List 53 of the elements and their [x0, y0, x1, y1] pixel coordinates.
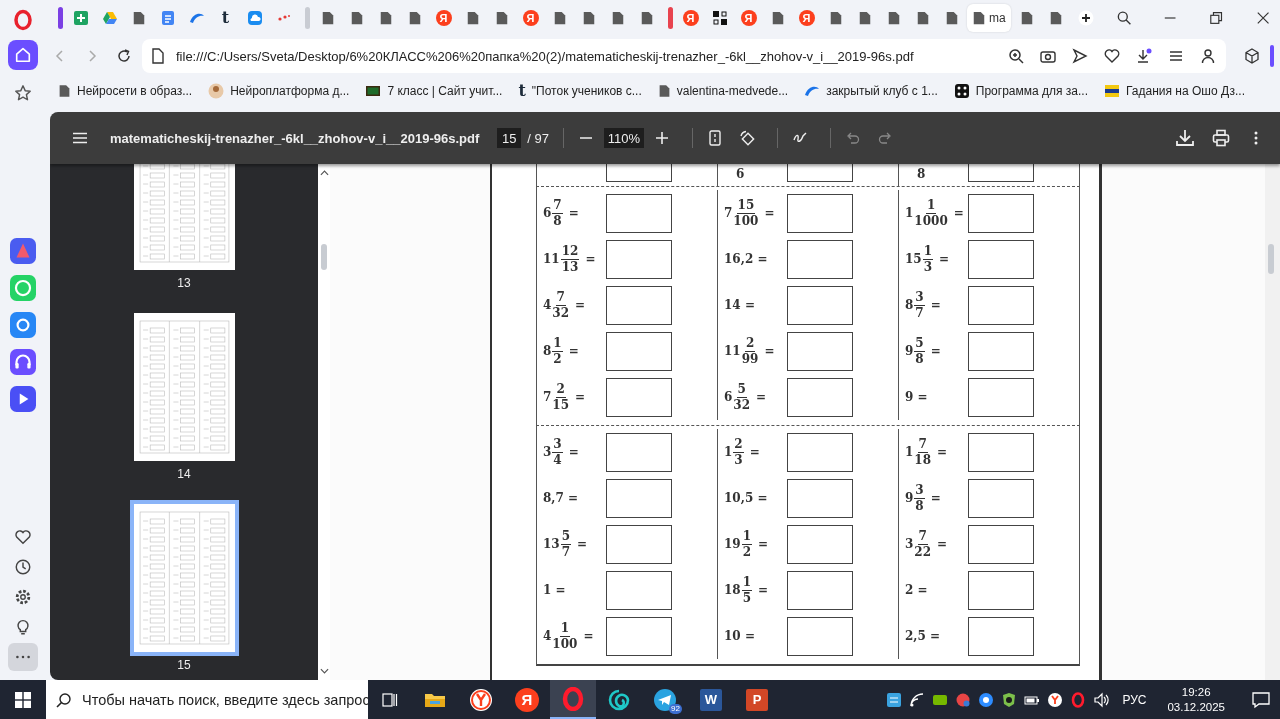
bookmark[interactable]: Нейросети в образ...	[58, 83, 193, 99]
document-title: matematicheskij-trenazher_-6kl__zhohov-v_i__2019-96s.pdf	[110, 130, 480, 146]
math-expression: 10,5 =	[724, 491, 768, 505]
letter-logo-icon: t	[221, 10, 230, 26]
bookmark[interactable]: t "Поток учеников с...	[518, 83, 642, 99]
language-indicator[interactable]: РУС	[1122, 692, 1147, 707]
browser-tab[interactable]: Я	[793, 4, 820, 32]
taskbar-app[interactable]: 92	[642, 680, 688, 719]
math-expression: 6	[735, 167, 745, 181]
browser-tab[interactable]: Я	[430, 4, 457, 32]
yandex-logo-icon: Я	[740, 10, 757, 26]
taskbar-app[interactable]: Я	[504, 680, 550, 719]
powerpoint-icon: P	[746, 688, 768, 711]
word-icon: W	[700, 688, 722, 711]
thumbnail-label: 14	[177, 468, 191, 480]
browser-tab[interactable]: Я	[677, 4, 704, 32]
bookmark[interactable]: Программа для за...	[953, 83, 1089, 99]
bookmark[interactable]: 7 класс | Сайт учит...	[365, 83, 503, 99]
math-expression: 16,2 =	[724, 252, 768, 266]
yandex-logo-icon: Я	[435, 10, 452, 26]
clock-time[interactable]: 19:26	[1181, 684, 1211, 700]
bookmark[interactable]: Гадания на Ошо Дз...	[1104, 83, 1245, 99]
math-expression: 2,5 =	[905, 629, 941, 643]
browser-tab[interactable]: t	[212, 4, 239, 32]
math-expression: 14 =	[724, 298, 755, 312]
taskbar-app[interactable]: P	[734, 680, 780, 719]
math-expression: 2 =	[905, 583, 928, 597]
browser-tab[interactable]: ma	[967, 4, 1011, 32]
zoom-field[interactable]: 110%	[603, 128, 644, 148]
notification-badge: 92	[669, 704, 682, 714]
address-text[interactable]: file:///C:/Users/Sveta/Desktop/6%20КЛАСС%206%20папка%20(2)/matematicheskij-trenazher_-6kl__zhohov-v_i__2019-96s.pdf	[176, 48, 914, 64]
page-count: / 97	[527, 130, 549, 146]
yandex-logo-icon: Я	[522, 10, 539, 26]
math-expression: 1 =	[543, 583, 566, 597]
yandex-logo-icon: Я	[682, 10, 699, 26]
math-expression: 10 =	[724, 629, 755, 643]
browser-tab[interactable]: Я	[517, 4, 544, 32]
yandex-logo-icon: Я	[515, 687, 539, 712]
clock-date[interactable]: 03.12.2025	[1167, 699, 1225, 715]
thumbnail-label: 13	[177, 277, 191, 289]
thumbnail-label: 15	[177, 659, 191, 671]
bookmark[interactable]: valentina-medvede...	[657, 83, 789, 99]
bookmark[interactable]: закрытый клуб с 1...	[804, 83, 938, 99]
taskbar-app[interactable]: W	[688, 680, 734, 719]
math-expression: 8,7 =	[543, 491, 579, 505]
yandex-logo-icon: Я	[798, 10, 815, 26]
page-number-field[interactable]: 15	[497, 128, 522, 148]
address-bar[interactable]: file:///C:/Users/Sveta/Desktop/6%20КЛАСС%206%20папка%20(2)/matematicheskij-trenazher_-6kl__zhohov-v_i__2019-96s.pdf	[142, 39, 1226, 73]
browser-tab[interactable]: Я	[735, 4, 762, 32]
math-expression: 9 =	[905, 390, 928, 404]
letter-logo-icon: t	[518, 83, 526, 99]
bookmark[interactable]: Нейроплатформа д...	[208, 83, 350, 99]
math-expression: 8	[916, 167, 926, 181]
